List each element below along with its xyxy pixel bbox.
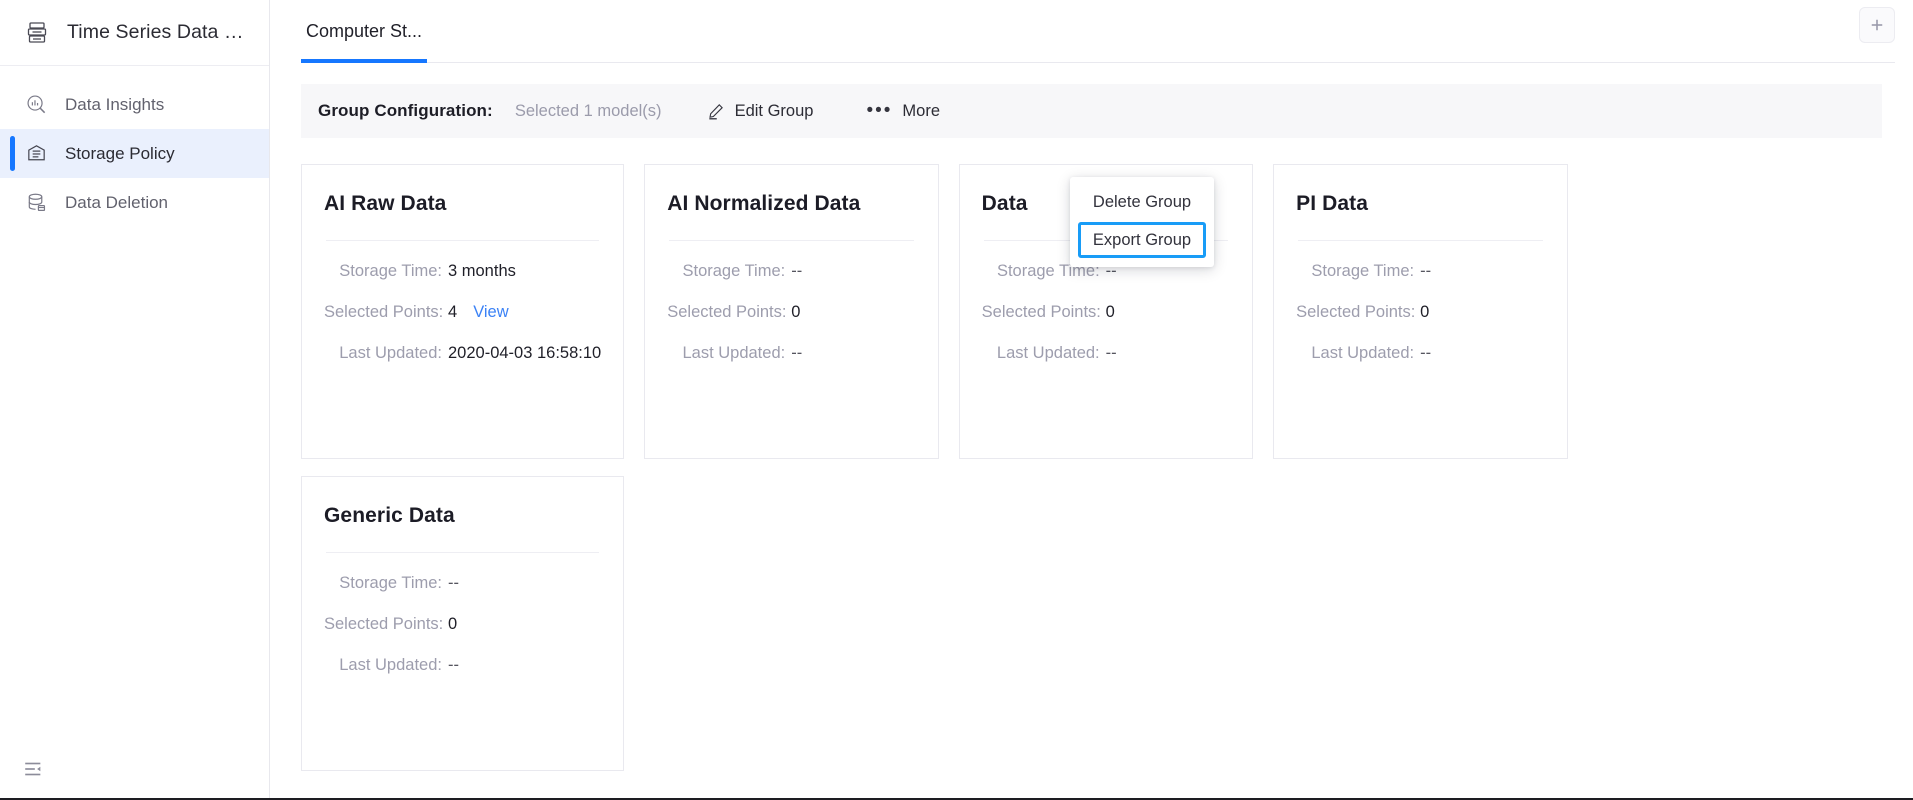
storage-card[interactable]: AI Normalized Data Storage Time: -- Sele… xyxy=(644,164,939,459)
main-area: Computer St... Group Configuration: Sele… xyxy=(270,0,1913,800)
card-row-last-updated: Last Updated: -- xyxy=(324,656,601,675)
insights-chart-icon xyxy=(23,92,49,118)
sidebar-nav: Data Insights Storage Policy Data Deleti… xyxy=(0,66,269,227)
card-title: PI Data xyxy=(1296,192,1369,215)
row-label: Last Updated: xyxy=(339,344,442,362)
menu-item-label: Export Group xyxy=(1092,230,1192,249)
group-configuration-bar: Group Configuration: Selected 1 model(s)… xyxy=(301,84,1882,138)
tabbar-underline xyxy=(301,62,1895,63)
row-label: Selected Points: xyxy=(1296,303,1416,321)
row-label: Storage Time: xyxy=(682,262,786,280)
card-title: AI Normalized Data xyxy=(667,192,861,215)
card-row-last-updated: Last Updated: 2020-04-03 16:58:10 xyxy=(324,344,601,363)
card-row-storage-time: Storage Time: -- xyxy=(324,574,601,593)
card-row-storage-time: Storage Time: -- xyxy=(1296,262,1544,281)
row-label: Selected Points: xyxy=(324,303,444,321)
tab-bar: Computer St... xyxy=(270,0,1913,66)
card-row-selected-points: Selected Points: 0 xyxy=(324,615,601,634)
row-value: 0 xyxy=(791,303,801,321)
card-title: Generic Data xyxy=(324,504,455,527)
card-row-storage-time: Storage Time: -- xyxy=(667,262,915,281)
card-rows: Storage Time: 3 months Selected Points: … xyxy=(324,241,601,363)
row-value: -- xyxy=(448,656,459,674)
pencil-icon xyxy=(706,102,725,121)
brand-header: Time Series Data … xyxy=(0,0,269,66)
sidebar-footer xyxy=(0,738,269,800)
row-label: Last Updated: xyxy=(996,344,1100,362)
row-value: 0 xyxy=(1420,303,1430,321)
tab-label: Computer St... xyxy=(306,21,423,41)
card-row-selected-points: Selected Points: 0 xyxy=(982,303,1230,322)
row-label: Last Updated: xyxy=(682,344,786,362)
collapse-sidebar-icon[interactable] xyxy=(20,756,46,782)
tab-computer-st[interactable]: Computer St... xyxy=(301,0,428,63)
menu-item-export-group[interactable]: Export Group xyxy=(1078,222,1206,258)
view-points-link[interactable]: View xyxy=(473,303,508,322)
sidebar-item-data-deletion[interactable]: Data Deletion xyxy=(0,178,269,227)
card-rows: Storage Time: -- Selected Points: 0 Last… xyxy=(667,241,915,363)
row-value: 3 months xyxy=(448,262,516,280)
brand-title: Time Series Data … xyxy=(67,21,244,43)
card-rows: Storage Time: -- Selected Points: 0 Last… xyxy=(324,553,601,675)
row-label: Storage Time: xyxy=(339,262,442,280)
selected-models-text: Selected 1 model(s) xyxy=(514,101,662,120)
database-delete-icon xyxy=(23,190,49,216)
grid-spacer xyxy=(1588,164,1882,459)
row-value: -- xyxy=(448,574,459,592)
card-row-storage-time: Storage Time: 3 months xyxy=(324,262,601,281)
sidebar-item-label: Data Deletion xyxy=(65,192,169,212)
content-area: Group Configuration: Selected 1 model(s)… xyxy=(270,66,1913,800)
card-row-last-updated: Last Updated: -- xyxy=(667,344,915,363)
row-label: Last Updated: xyxy=(1311,344,1415,362)
storage-card[interactable]: PI Data Storage Time: -- Selected Points… xyxy=(1273,164,1568,459)
row-value: 0 xyxy=(1105,303,1115,321)
database-stack-icon xyxy=(22,18,52,48)
edit-group-button[interactable]: Edit Group xyxy=(706,101,814,121)
row-value: -- xyxy=(791,344,803,362)
row-label: Storage Time: xyxy=(339,574,442,592)
more-label: More xyxy=(902,101,940,120)
card-row-selected-points: Selected Points: 0 xyxy=(667,303,915,322)
card-title: AI Raw Data xyxy=(324,192,447,215)
row-value: -- xyxy=(1105,344,1117,362)
sidebar: Time Series Data … Data Insights Storage… xyxy=(0,0,270,800)
card-row-last-updated: Last Updated: -- xyxy=(1296,344,1544,363)
menu-item-label: Delete Group xyxy=(1092,193,1192,211)
more-button[interactable]: ••• More xyxy=(866,100,940,121)
sidebar-item-label: Storage Policy xyxy=(65,143,175,163)
storage-card[interactable]: AI Raw Data Storage Time: 3 months Selec… xyxy=(301,164,625,459)
card-row-selected-points: Selected Points: 0 xyxy=(1296,303,1544,322)
edit-group-label: Edit Group xyxy=(734,101,814,120)
card-rows: Storage Time: -- Selected Points: 0 Last… xyxy=(1296,241,1544,363)
row-value: -- xyxy=(1420,262,1432,280)
row-label: Selected Points: xyxy=(324,615,444,633)
sidebar-item-data-insights[interactable]: Data Insights xyxy=(0,80,269,129)
row-value: 4 xyxy=(448,303,458,321)
menu-item-delete-group[interactable]: Delete Group xyxy=(1070,185,1214,220)
card-row-selected-points: Selected Points: 4 View xyxy=(324,303,601,322)
storage-card[interactable]: Generic Data Storage Time: -- Selected P… xyxy=(301,476,625,771)
row-value: 0 xyxy=(448,615,458,633)
add-tab-button[interactable] xyxy=(1859,7,1895,43)
row-value: -- xyxy=(1420,344,1432,362)
sidebar-item-storage-policy[interactable]: Storage Policy xyxy=(0,129,269,178)
card-row-last-updated: Last Updated: -- xyxy=(982,344,1230,363)
group-configuration-label: Group Configuration: xyxy=(318,101,493,120)
ellipsis-icon: ••• xyxy=(866,100,893,121)
row-label: Last Updated: xyxy=(339,656,442,674)
row-value: -- xyxy=(791,262,803,280)
row-label: Selected Points: xyxy=(667,303,787,321)
row-label: Storage Time: xyxy=(1311,262,1415,280)
more-dropdown-menu: Delete Group Export Group xyxy=(1070,177,1214,267)
storage-box-icon xyxy=(23,141,49,167)
row-label: Selected Points: xyxy=(981,303,1101,321)
sidebar-item-label: Data Insights xyxy=(65,94,165,114)
row-value: 2020-04-03 16:58:10 xyxy=(448,344,602,362)
plus-icon xyxy=(1871,19,1883,31)
app-root: Time Series Data … Data Insights Storage… xyxy=(0,0,1913,800)
